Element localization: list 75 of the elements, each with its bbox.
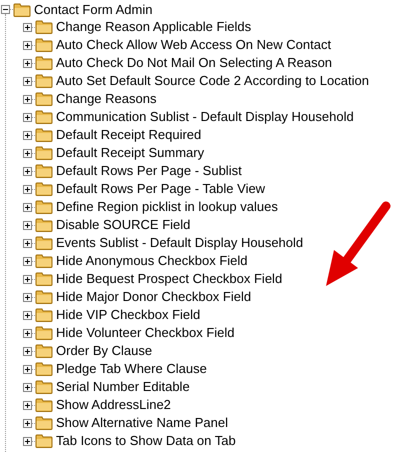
folder-icon — [35, 182, 53, 196]
tree-item[interactable]: Change Reasons — [56, 89, 156, 109]
tree-item[interactable]: Default Receipt Required — [56, 125, 202, 145]
tree-item[interactable]: Serial Number Editable — [56, 377, 190, 397]
expand-icon[interactable] — [23, 382, 32, 392]
expand-icon[interactable] — [23, 58, 32, 68]
expand-icon[interactable] — [23, 94, 32, 104]
tree-item[interactable]: Show AddressLine2 — [56, 395, 171, 415]
tree-item[interactable]: Show Alternative Name Panel — [56, 413, 228, 433]
tree-item[interactable]: Change Reason Applicable Fields — [56, 17, 252, 37]
tree-item[interactable]: Order By Clause — [56, 341, 152, 361]
tree-item[interactable]: Default Rows Per Page - Table View — [56, 179, 266, 199]
tree-item[interactable]: Auto Set Default Source Code 2 According to Location — [56, 71, 369, 91]
tree-item[interactable]: Hide VIP Checkbox Field — [56, 305, 200, 325]
expand-icon[interactable] — [23, 400, 32, 410]
expand-icon[interactable] — [23, 220, 32, 230]
expand-icon[interactable] — [23, 274, 32, 284]
expand-icon[interactable] — [23, 184, 32, 194]
tree-item[interactable]: Auto Check Do Not Mail On Selecting A Reason — [56, 53, 332, 73]
tree-item[interactable]: Events Sublist - Default Display Household — [56, 233, 304, 253]
expand-icon[interactable] — [23, 364, 32, 374]
folder-icon — [35, 326, 53, 340]
folder-icon — [35, 20, 53, 34]
expand-icon[interactable] — [23, 328, 32, 338]
expand-icon[interactable] — [23, 256, 32, 266]
expand-icon[interactable] — [23, 292, 32, 302]
folder-icon — [35, 92, 53, 106]
expand-icon[interactable] — [23, 112, 32, 122]
tree-item[interactable]: Contact Form Admin — [34, 0, 152, 20]
tree-item[interactable]: Communication Sublist - Default Display Household — [56, 107, 354, 127]
folder-icon — [35, 74, 53, 88]
folder-icon — [13, 2, 31, 16]
folder-icon — [35, 380, 53, 394]
collapse-icon[interactable] — [1, 5, 10, 14]
folder-icon — [35, 272, 53, 286]
expand-icon[interactable] — [23, 418, 32, 428]
folder-icon — [35, 56, 53, 70]
tree-item[interactable]: Tab Icons to Show Data on Tab — [56, 431, 236, 451]
expand-icon[interactable] — [23, 202, 32, 212]
folder-icon — [35, 38, 53, 52]
folder-icon — [35, 110, 53, 124]
tree-item[interactable]: Define Region picklist in lookup values — [56, 197, 278, 217]
folder-icon — [35, 128, 53, 142]
folder-icon — [35, 200, 53, 214]
folder-icon — [35, 290, 53, 304]
folder-icon — [35, 398, 53, 412]
tree-item[interactable]: Hide Anonymous Checkbox Field — [56, 251, 248, 271]
tree-item[interactable]: Auto Check Allow Web Access On New Contact — [56, 35, 332, 55]
folder-icon — [35, 362, 53, 376]
folder-icon — [35, 236, 53, 250]
expand-icon[interactable] — [23, 436, 32, 446]
folder-icon — [35, 146, 53, 160]
folder-icon — [35, 416, 53, 430]
expand-icon[interactable] — [23, 22, 32, 32]
expand-icon[interactable] — [23, 238, 32, 248]
folder-icon — [35, 434, 53, 448]
expand-icon[interactable] — [23, 310, 32, 320]
folder-icon — [35, 218, 53, 232]
folder-icon — [35, 164, 53, 178]
tree-item[interactable]: Default Rows Per Page - Sublist — [56, 161, 242, 181]
folder-icon — [35, 344, 53, 358]
tree-item[interactable]: Hide Volunteer Checkbox Field — [56, 323, 234, 343]
folder-icon — [35, 308, 53, 322]
expand-icon[interactable] — [23, 40, 32, 50]
expand-icon[interactable] — [23, 148, 32, 158]
expand-icon[interactable] — [23, 346, 32, 356]
expand-icon[interactable] — [23, 130, 32, 140]
tree-item[interactable]: Hide Bequest Prospect Checkbox Field — [56, 269, 282, 289]
expand-icon[interactable] — [23, 166, 32, 176]
tree-item[interactable]: Pledge Tab Where Clause — [56, 359, 207, 379]
tree-item[interactable]: Default Receipt Summary — [56, 143, 204, 163]
tree-item[interactable]: Hide Major Donor Checkbox Field — [56, 287, 252, 307]
expand-icon[interactable] — [23, 76, 32, 86]
folder-icon — [35, 254, 53, 268]
tree-item[interactable]: Disable SOURCE Field — [56, 215, 190, 235]
